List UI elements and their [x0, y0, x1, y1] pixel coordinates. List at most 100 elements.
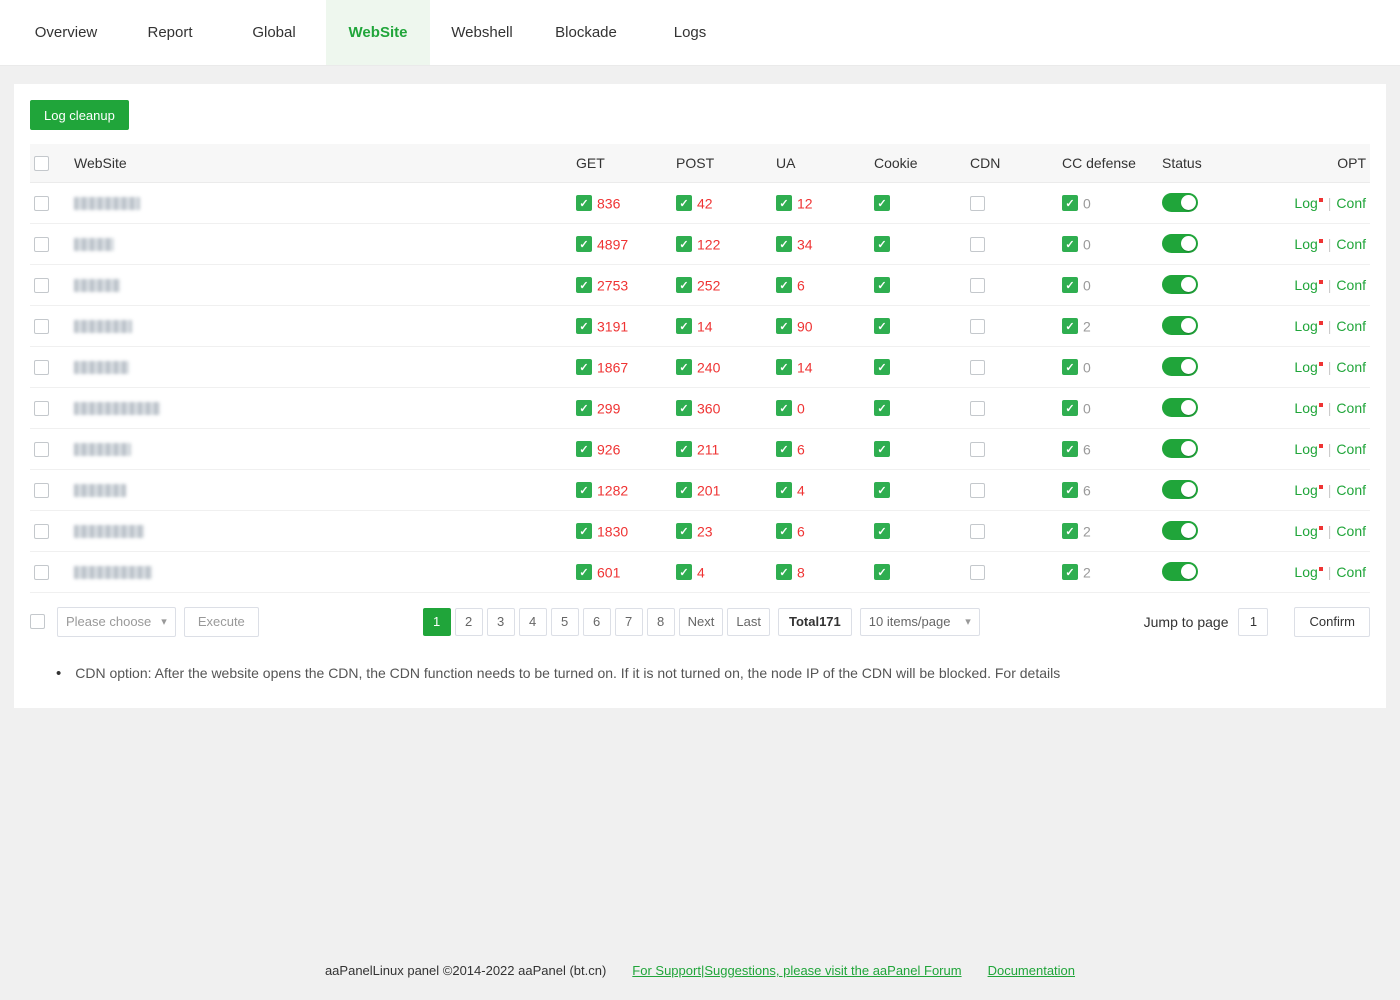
- cdn-checkbox[interactable]: [970, 196, 985, 211]
- row-checkbox[interactable]: [34, 483, 49, 498]
- post-check-icon[interactable]: [676, 564, 692, 580]
- cdn-checkbox[interactable]: [970, 360, 985, 375]
- select-all-checkbox[interactable]: [34, 156, 49, 171]
- jump-to-page-input[interactable]: [1238, 608, 1268, 636]
- row-checkbox[interactable]: [34, 237, 49, 252]
- post-check-icon[interactable]: [676, 195, 692, 211]
- cc-defense-check-icon[interactable]: [1062, 523, 1078, 539]
- conf-link[interactable]: Conf: [1336, 318, 1366, 334]
- cookie-check-icon[interactable]: [874, 277, 890, 293]
- log-cleanup-button[interactable]: Log cleanup: [30, 100, 129, 130]
- status-toggle[interactable]: [1162, 316, 1198, 335]
- row-checkbox[interactable]: [34, 278, 49, 293]
- cookie-check-icon[interactable]: [874, 400, 890, 416]
- status-toggle[interactable]: [1162, 193, 1198, 212]
- get-check-icon[interactable]: [576, 318, 592, 334]
- conf-link[interactable]: Conf: [1336, 277, 1366, 293]
- conf-link[interactable]: Conf: [1336, 441, 1366, 457]
- cookie-check-icon[interactable]: [874, 236, 890, 252]
- page-button-5[interactable]: 5: [551, 608, 579, 636]
- page-button-8[interactable]: 8: [647, 608, 675, 636]
- cc-defense-check-icon[interactable]: [1062, 482, 1078, 498]
- status-toggle[interactable]: [1162, 398, 1198, 417]
- website-name-redacted[interactable]: [74, 320, 132, 333]
- conf-link[interactable]: Conf: [1336, 482, 1366, 498]
- tab-website[interactable]: WebSite: [326, 0, 430, 65]
- cc-defense-check-icon[interactable]: [1062, 400, 1078, 416]
- website-name-redacted[interactable]: [74, 484, 126, 497]
- website-name-redacted[interactable]: [74, 279, 120, 292]
- ua-check-icon[interactable]: [776, 318, 792, 334]
- get-check-icon[interactable]: [576, 564, 592, 580]
- get-check-icon[interactable]: [576, 400, 592, 416]
- get-check-icon[interactable]: [576, 441, 592, 457]
- tab-webshell[interactable]: Webshell: [430, 0, 534, 65]
- footer-forum-link[interactable]: For Support|Suggestions, please visit th…: [632, 963, 961, 978]
- tab-logs[interactable]: Logs: [638, 0, 742, 65]
- website-name-redacted[interactable]: [74, 361, 129, 374]
- cc-defense-check-icon[interactable]: [1062, 236, 1078, 252]
- cookie-check-icon[interactable]: [874, 318, 890, 334]
- ua-check-icon[interactable]: [776, 482, 792, 498]
- status-toggle[interactable]: [1162, 562, 1198, 581]
- row-checkbox[interactable]: [34, 196, 49, 211]
- ua-check-icon[interactable]: [776, 400, 792, 416]
- status-toggle[interactable]: [1162, 234, 1198, 253]
- conf-link[interactable]: Conf: [1336, 195, 1366, 211]
- row-checkbox[interactable]: [34, 319, 49, 334]
- footer-docs-link[interactable]: Documentation: [988, 963, 1075, 978]
- log-link[interactable]: Log: [1294, 441, 1322, 457]
- tab-blockade[interactable]: Blockade: [534, 0, 638, 65]
- conf-link[interactable]: Conf: [1336, 523, 1366, 539]
- status-toggle[interactable]: [1162, 275, 1198, 294]
- ua-check-icon[interactable]: [776, 277, 792, 293]
- status-toggle[interactable]: [1162, 521, 1198, 540]
- log-link[interactable]: Log: [1294, 318, 1322, 334]
- status-toggle[interactable]: [1162, 357, 1198, 376]
- ua-check-icon[interactable]: [776, 359, 792, 375]
- ua-check-icon[interactable]: [776, 236, 792, 252]
- post-check-icon[interactable]: [676, 441, 692, 457]
- execute-button[interactable]: Execute: [184, 607, 259, 637]
- log-link[interactable]: Log: [1294, 482, 1322, 498]
- tab-overview[interactable]: Overview: [14, 0, 118, 65]
- row-checkbox[interactable]: [34, 524, 49, 539]
- log-link[interactable]: Log: [1294, 359, 1322, 375]
- website-name-redacted[interactable]: [74, 402, 160, 415]
- row-checkbox[interactable]: [34, 442, 49, 457]
- cdn-checkbox[interactable]: [970, 442, 985, 457]
- cc-defense-check-icon[interactable]: [1062, 441, 1078, 457]
- post-check-icon[interactable]: [676, 236, 692, 252]
- row-checkbox[interactable]: [34, 360, 49, 375]
- get-check-icon[interactable]: [576, 359, 592, 375]
- ua-check-icon[interactable]: [776, 195, 792, 211]
- cc-defense-check-icon[interactable]: [1062, 195, 1078, 211]
- ua-check-icon[interactable]: [776, 523, 792, 539]
- page-button-6[interactable]: 6: [583, 608, 611, 636]
- conf-link[interactable]: Conf: [1336, 236, 1366, 252]
- cookie-check-icon[interactable]: [874, 564, 890, 580]
- post-check-icon[interactable]: [676, 277, 692, 293]
- page-button-2[interactable]: 2: [455, 608, 483, 636]
- confirm-button[interactable]: Confirm: [1294, 607, 1370, 637]
- post-check-icon[interactable]: [676, 400, 692, 416]
- cdn-checkbox[interactable]: [970, 319, 985, 334]
- cdn-checkbox[interactable]: [970, 401, 985, 416]
- log-link[interactable]: Log: [1294, 564, 1322, 580]
- cdn-checkbox[interactable]: [970, 524, 985, 539]
- page-button-3[interactable]: 3: [487, 608, 515, 636]
- log-link[interactable]: Log: [1294, 277, 1322, 293]
- log-link[interactable]: Log: [1294, 195, 1322, 211]
- next-page-button[interactable]: Next: [679, 608, 724, 636]
- batch-select-checkbox[interactable]: [30, 614, 45, 629]
- cookie-check-icon[interactable]: [874, 441, 890, 457]
- website-name-redacted[interactable]: [74, 238, 114, 251]
- page-button-1[interactable]: 1: [423, 608, 451, 636]
- cdn-checkbox[interactable]: [970, 565, 985, 580]
- conf-link[interactable]: Conf: [1336, 400, 1366, 416]
- conf-link[interactable]: Conf: [1336, 564, 1366, 580]
- get-check-icon[interactable]: [576, 277, 592, 293]
- cookie-check-icon[interactable]: [874, 195, 890, 211]
- get-check-icon[interactable]: [576, 482, 592, 498]
- page-button-7[interactable]: 7: [615, 608, 643, 636]
